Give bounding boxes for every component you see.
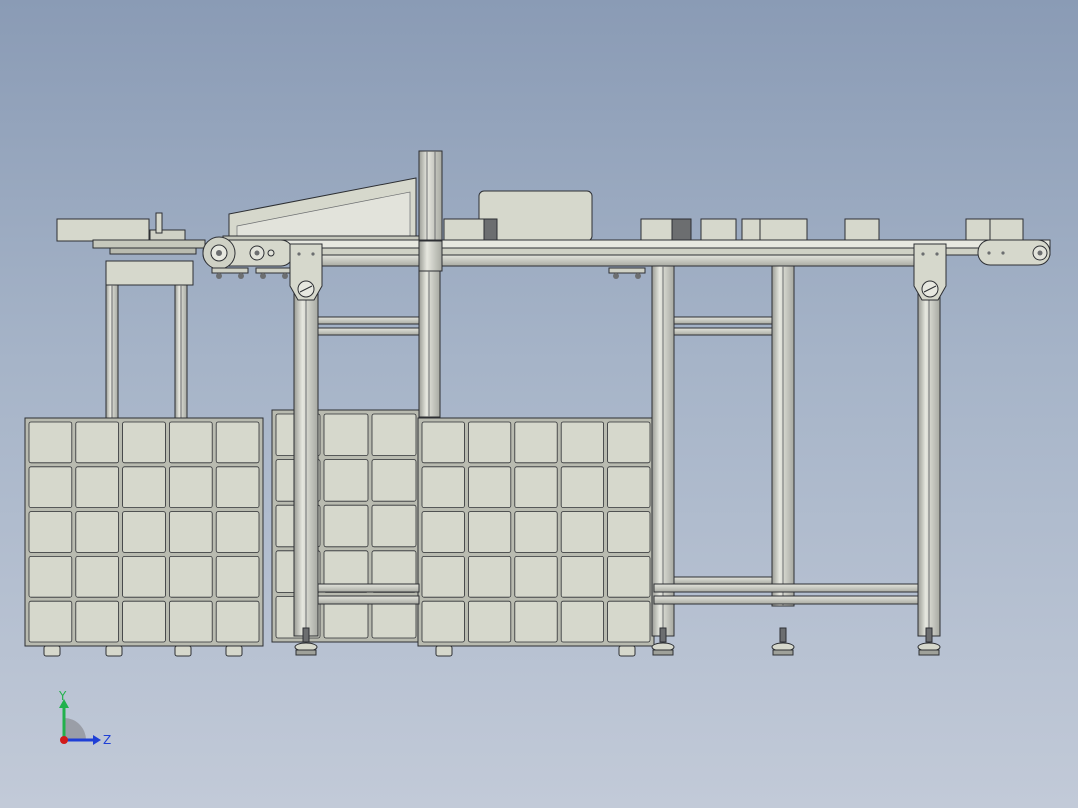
box-stack-left: [24, 417, 264, 647]
cad-viewport[interactable]: Y Z: [0, 0, 1078, 808]
box-cell: [421, 421, 465, 464]
box-cell: [75, 466, 120, 508]
triad-plane-icon: [64, 718, 86, 740]
box-cell: [421, 511, 465, 553]
box-cell: [607, 421, 651, 464]
box-cell: [560, 421, 605, 464]
y-axis-label: Y: [58, 689, 67, 703]
triad-origin: [60, 736, 68, 744]
box-cell: [514, 421, 558, 464]
box-cell: [215, 511, 260, 553]
box-cell: [467, 421, 512, 464]
box-cell: [607, 556, 651, 598]
box-cell: [28, 511, 73, 553]
box-cell: [560, 466, 605, 508]
box-cell: [122, 556, 166, 598]
box-cell: [28, 600, 73, 643]
box-cell: [28, 466, 73, 508]
box-cell: [168, 600, 213, 643]
stack-foot: [174, 645, 192, 657]
box-cell: [215, 466, 260, 508]
box-cell: [168, 466, 213, 508]
box-cell: [28, 556, 73, 598]
box-cell: [122, 511, 166, 553]
box-cell: [371, 459, 417, 502]
frame-leveling-foot: [771, 627, 795, 656]
coordinate-triad: Y Z: [58, 689, 111, 747]
vertical-mast: [418, 150, 443, 242]
box-cell: [467, 600, 512, 643]
box-cell: [467, 466, 512, 508]
box-cell: [467, 556, 512, 598]
box-cell: [371, 504, 417, 548]
box-cell: [607, 511, 651, 553]
box-cell: [371, 413, 417, 456]
box-cell: [607, 466, 651, 508]
box-cell: [514, 466, 558, 508]
box-cell: [75, 600, 120, 643]
sloped-hopper: [222, 177, 420, 243]
box-cell: [514, 600, 558, 643]
machine-assembly-drawing[interactable]: [0, 0, 1078, 808]
box-cell: [514, 556, 558, 598]
box-cell: [323, 504, 369, 548]
box-cell: [168, 421, 213, 464]
rotary-feeder: [56, 212, 206, 419]
box-cell: [323, 413, 369, 456]
stack-foot: [43, 645, 61, 657]
box-stacks: [24, 409, 655, 647]
box-cell: [421, 600, 465, 643]
box-cell: [421, 466, 465, 508]
box-cell: [323, 459, 369, 502]
stack-foot: [435, 645, 453, 657]
box-cell: [75, 421, 120, 464]
box-cell: [215, 421, 260, 464]
box-cell: [28, 421, 73, 464]
box-cell: [122, 421, 166, 464]
z-axis-label: Z: [103, 733, 111, 747]
box-cell: [168, 556, 213, 598]
box-cell: [215, 556, 260, 598]
box-cell: [75, 556, 120, 598]
stack-foot: [225, 645, 243, 657]
conveyor-boxes: [443, 190, 1024, 242]
box-cell: [421, 556, 465, 598]
box-cell: [168, 511, 213, 553]
box-cell: [122, 466, 166, 508]
box-cell: [122, 600, 166, 643]
box-stack-right: [417, 417, 655, 647]
box-cell: [560, 600, 605, 643]
box-cell: [75, 511, 120, 553]
box-cell: [607, 600, 651, 643]
box-cell: [467, 511, 512, 553]
box-cell: [215, 600, 260, 643]
stack-foot: [618, 645, 636, 657]
z-axis-arrowhead: [93, 735, 101, 745]
box-cell: [514, 511, 558, 553]
box-cell: [560, 556, 605, 598]
stack-foot: [105, 645, 123, 657]
box-cell: [560, 511, 605, 553]
